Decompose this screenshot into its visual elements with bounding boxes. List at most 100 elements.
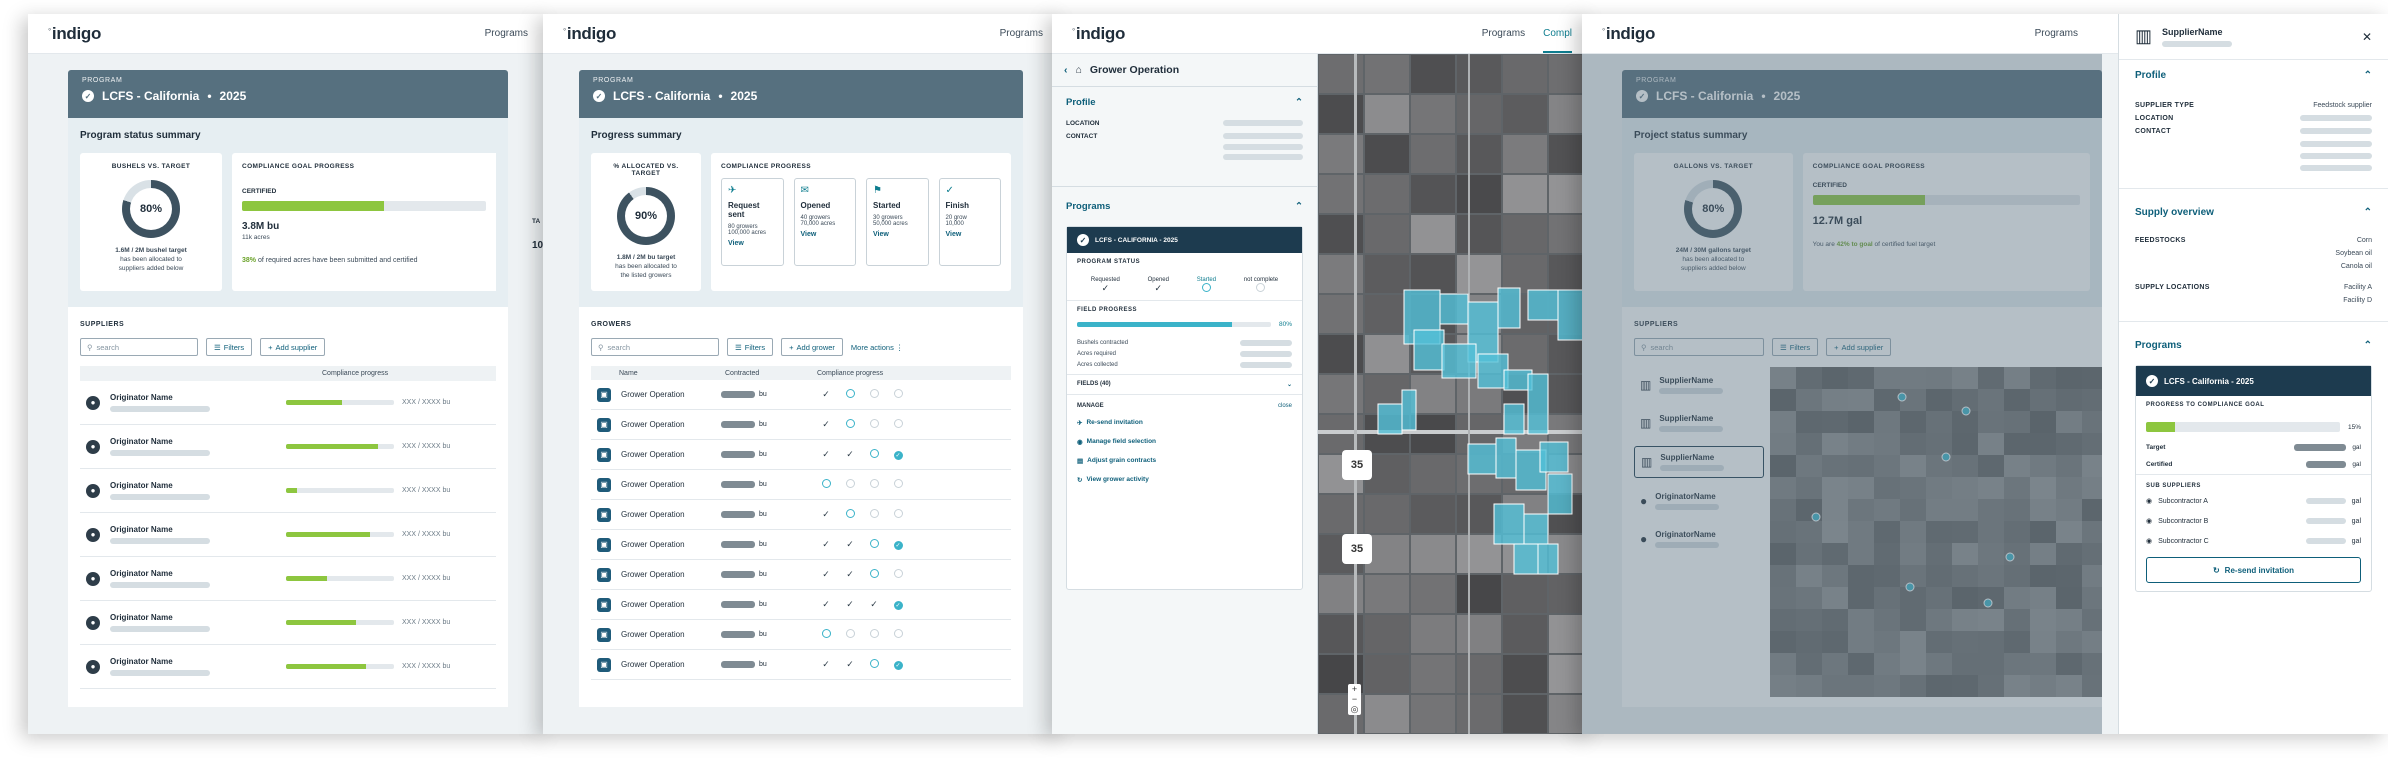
- close-icon[interactable]: ✕: [2362, 30, 2372, 44]
- grower-name[interactable]: Grower Operation: [621, 540, 721, 549]
- supply-overview-header[interactable]: Supply overview ⌃: [2119, 197, 2388, 228]
- manage-action-link[interactable]: ▤ Adjust grain contracts: [1077, 457, 1292, 465]
- field-polygon[interactable]: [1547, 473, 1573, 515]
- search-input[interactable]: ⚲ search: [591, 338, 719, 356]
- nav-programs[interactable]: Programs: [485, 28, 528, 39]
- step-view-link[interactable]: View: [801, 231, 850, 238]
- indigo-logo[interactable]: ◦indigo: [1602, 24, 1655, 44]
- compliance-step[interactable]: ✓ Finish 20 grow 10,000 View: [938, 178, 1001, 266]
- table-row[interactable]: ● Originator Name XXX / XXXX bu: [80, 469, 496, 513]
- filters-button[interactable]: ☰ Filters: [206, 338, 253, 356]
- field-polygon[interactable]: [1527, 289, 1559, 321]
- field-polygon[interactable]: [1401, 389, 1417, 431]
- zoom-in-button[interactable]: +: [1348, 684, 1361, 694]
- field-polygon[interactable]: [1527, 373, 1549, 435]
- table-row[interactable]: ▣ Grower Operation bu ✓: [591, 500, 1011, 530]
- status-opened: Opened ✓: [1147, 277, 1169, 293]
- grower-name[interactable]: Grower Operation: [621, 600, 721, 609]
- table-row[interactable]: ● Originator Name XXX / XXXX bu: [80, 425, 496, 469]
- fields-toggle[interactable]: FIELDS (40) ⌄: [1067, 374, 1302, 394]
- table-row[interactable]: ● Originator Name XXX / XXXX bu: [80, 381, 496, 425]
- field-polygon[interactable]: [1377, 403, 1403, 435]
- satellite-map[interactable]: 35 35 + − ◎: [1318, 54, 1592, 734]
- zoom-out-button[interactable]: −: [1348, 694, 1361, 704]
- grower-name[interactable]: Grower Operation: [621, 390, 721, 399]
- step-view-link[interactable]: View: [873, 231, 922, 238]
- programs-header[interactable]: Programs ⌃: [1052, 191, 1317, 222]
- table-row[interactable]: ▣ Grower Operation bu ✓ ✓ ✓ ✓: [591, 590, 1011, 620]
- originator-name[interactable]: Originator Name: [110, 481, 286, 490]
- modal-overlay[interactable]: [1582, 54, 2102, 734]
- indigo-logo[interactable]: ◦indigo: [1072, 24, 1125, 44]
- table-row[interactable]: ● Originator Name XXX / XXXX bu: [80, 513, 496, 557]
- grower-name[interactable]: Grower Operation: [621, 420, 721, 429]
- field-polygon[interactable]: [1513, 543, 1539, 575]
- originator-name[interactable]: Originator Name: [110, 525, 286, 534]
- field-polygon[interactable]: [1539, 441, 1569, 473]
- field-polygon[interactable]: [1503, 403, 1525, 435]
- table-row[interactable]: ▣ Grower Operation bu ✓: [591, 380, 1011, 410]
- indigo-logo[interactable]: ◦indigo: [48, 24, 101, 44]
- step-view-link[interactable]: View: [728, 240, 777, 247]
- sub-supplier-row[interactable]: ◉ Subcontractor Agal: [2146, 497, 2361, 506]
- field-polygon[interactable]: [1467, 443, 1497, 475]
- table-row[interactable]: ▣ Grower Operation bu: [591, 470, 1011, 500]
- grower-name[interactable]: Grower Operation: [621, 450, 721, 459]
- grower-name[interactable]: Grower Operation: [621, 570, 721, 579]
- table-row[interactable]: ▣ Grower Operation bu ✓: [591, 410, 1011, 440]
- manage-action-link[interactable]: ◉ Manage field selection: [1077, 438, 1292, 446]
- chevron-left-icon[interactable]: ‹: [1064, 64, 1068, 76]
- field-polygon[interactable]: [1493, 503, 1525, 545]
- grower-name[interactable]: Grower Operation: [621, 660, 721, 669]
- originator-name[interactable]: Originator Name: [110, 569, 286, 578]
- table-row[interactable]: ● Originator Name XXX / XXXX bu: [80, 645, 496, 689]
- compliance-step[interactable]: ⚑ Started 30 growers 50,000 acres View: [866, 178, 929, 266]
- originator-name[interactable]: Originator Name: [110, 437, 286, 446]
- nav-compliance[interactable]: Compl: [1543, 28, 1572, 53]
- profile-header[interactable]: Profile ⌃: [1052, 87, 1317, 118]
- field-polygon[interactable]: [1537, 543, 1559, 575]
- field-polygon[interactable]: [1439, 293, 1469, 325]
- table-row[interactable]: ● Originator Name XXX / XXXX bu: [80, 557, 496, 601]
- search-input[interactable]: ⚲ search: [80, 338, 198, 356]
- step-view-link[interactable]: View: [946, 231, 995, 238]
- compliance-step[interactable]: ✈ Request sent 80 growers 100,000 acres View: [721, 178, 784, 266]
- field-polygon[interactable]: [1523, 513, 1549, 545]
- compliance-step[interactable]: ✉ Opened 40 growers 70,000 acres View: [793, 178, 856, 266]
- field-polygon[interactable]: [1413, 329, 1445, 371]
- filters-button[interactable]: ☰ Filters: [727, 338, 774, 356]
- indigo-logo[interactable]: ◦indigo: [563, 24, 616, 44]
- manage-action-link[interactable]: ↻ View grower activity: [1077, 476, 1292, 484]
- sub-supplier-row[interactable]: ◉ Subcontractor Cgal: [2146, 537, 2361, 546]
- add-grower-button[interactable]: + Add grower: [781, 338, 843, 356]
- field-polygon[interactable]: [1495, 437, 1517, 479]
- table-row[interactable]: ▣ Grower Operation bu ✓ ✓ ✓: [591, 530, 1011, 560]
- manage-action-link[interactable]: ✈ Re-send invitation: [1077, 419, 1292, 427]
- originator-name[interactable]: Originator Name: [110, 657, 286, 666]
- more-actions-button[interactable]: More actions ⋮: [851, 343, 904, 352]
- nav-programs[interactable]: Programs: [2035, 28, 2078, 39]
- field-polygon[interactable]: [1441, 343, 1477, 379]
- close-link[interactable]: close: [1278, 403, 1292, 409]
- nav-programs[interactable]: Programs: [1482, 28, 1525, 39]
- sub-supplier-row[interactable]: ◉ Subcontractor Bgal: [2146, 517, 2361, 526]
- add-supplier-button[interactable]: + Add supplier: [260, 338, 326, 356]
- table-row[interactable]: ▣ Grower Operation bu ✓ ✓ ✓: [591, 650, 1011, 680]
- table-row[interactable]: ▣ Grower Operation bu: [591, 620, 1011, 650]
- programs-header[interactable]: Programs ⌃: [2119, 330, 2388, 361]
- profile-header[interactable]: Profile ⌃: [2119, 60, 2388, 91]
- nav-programs[interactable]: Programs: [1000, 28, 1043, 39]
- table-row[interactable]: ● Originator Name XXX / XXXX bu: [80, 601, 496, 645]
- originator-name[interactable]: Originator Name: [110, 393, 286, 402]
- originator-name[interactable]: Originator Name: [110, 613, 286, 622]
- table-row[interactable]: ▣ Grower Operation bu ✓ ✓ ✓: [591, 440, 1011, 470]
- locate-icon[interactable]: ◎: [1348, 704, 1361, 715]
- table-row[interactable]: ▣ Grower Operation bu ✓ ✓: [591, 560, 1011, 590]
- grower-name[interactable]: Grower Operation: [621, 480, 721, 489]
- grower-name[interactable]: Grower Operation: [621, 630, 721, 639]
- chevron-up-icon: ⌃: [2363, 340, 2372, 351]
- grower-name[interactable]: Grower Operation: [621, 510, 721, 519]
- field-polygon[interactable]: [1497, 287, 1521, 329]
- resend-invitation-button[interactable]: ↻ Re-send invitation: [2146, 557, 2361, 583]
- map-canvas[interactable]: [1318, 54, 1592, 734]
